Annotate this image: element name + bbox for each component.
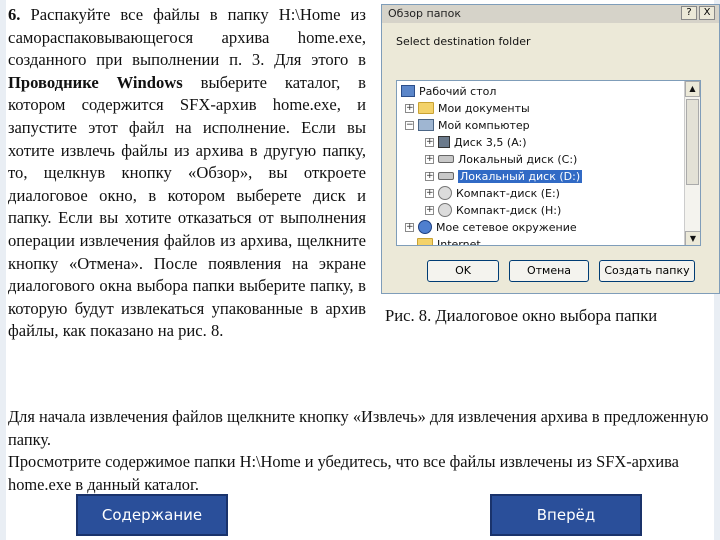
tree-item-disk-d[interactable]: + Локальный диск (D:)	[425, 168, 583, 184]
scroll-up-icon[interactable]: ▲	[685, 81, 700, 97]
next-button[interactable]: Вперёд	[490, 494, 642, 536]
dialog-title: Обзор папок	[388, 7, 461, 20]
folder-tree[interactable]: Рабочий стол + Мои документы − Мой компь…	[396, 80, 701, 246]
tree-item-label: Локальный диск (C:)	[458, 152, 578, 166]
dialog-titlebar: Обзор папок ? X	[382, 5, 719, 23]
contents-button[interactable]: Содержание	[76, 494, 228, 536]
tree-item-label: Диск 3,5 (A:)	[454, 135, 527, 149]
network-icon	[418, 220, 432, 234]
close-button[interactable]: X	[699, 6, 715, 20]
expand-icon[interactable]: +	[425, 171, 434, 181]
cd-icon	[438, 186, 452, 200]
instruction-part2: выберите каталог, в котором содержится S…	[8, 72, 366, 341]
folder-icon	[417, 238, 433, 245]
ok-button[interactable]: OK	[427, 260, 499, 282]
tree-item-my-documents[interactable]: + Мои документы	[405, 100, 530, 116]
tree-item-label: Компакт-диск (H:)	[456, 203, 562, 217]
tree-item-internet[interactable]: Internet	[417, 236, 481, 246]
dialog-buttons: OK Отмена Создать папку	[427, 260, 695, 282]
tree-item-cd-e[interactable]: + Компакт-диск (E:)	[425, 185, 560, 201]
tree-item-desktop[interactable]: Рабочий стол	[401, 83, 496, 99]
expand-icon[interactable]: +	[405, 222, 414, 232]
help-button[interactable]: ?	[681, 6, 697, 20]
expand-icon[interactable]: +	[425, 188, 434, 198]
tree-item-cd-h[interactable]: + Компакт-диск (H:)	[425, 202, 561, 218]
cancel-button[interactable]: Отмена	[509, 260, 589, 282]
disk-icon	[438, 155, 454, 163]
expand-icon[interactable]: +	[405, 103, 414, 113]
collapse-icon[interactable]: −	[405, 120, 414, 130]
tree-item-disk-c[interactable]: + Локальный диск (C:)	[425, 151, 577, 167]
tree-item-label: Мои документы	[438, 101, 530, 115]
instruction-part1: Распакуйте все файлы в папку H:\Home из …	[8, 5, 366, 70]
tree-item-label: Мое сетевое окружение	[436, 220, 577, 234]
dialog-instruction: Select destination folder	[396, 35, 531, 48]
tree-item-label-selected: Локальный диск (D:)	[458, 169, 583, 183]
instruction-text: 6. Распакуйте все файлы в папку H:\Home …	[8, 4, 366, 343]
desktop-icon	[401, 85, 415, 97]
tree-item-label: Internet	[437, 237, 481, 246]
scroll-down-icon[interactable]: ▼	[685, 231, 700, 245]
tree-item-floppy-a[interactable]: + Диск 3,5 (A:)	[425, 134, 527, 150]
step-number: 6.	[8, 5, 21, 24]
tree-item-label: Рабочий стол	[419, 84, 497, 98]
folder-icon	[418, 102, 434, 114]
scroll-thumb[interactable]	[686, 99, 699, 185]
explorer-term: Проводнике Windows	[8, 72, 183, 92]
expand-icon[interactable]: +	[425, 154, 434, 164]
bottom-text: Для начала извлечения файлов щелкните кн…	[8, 406, 714, 496]
browse-folder-dialog: Обзор папок ? X Select destination folde…	[381, 4, 720, 294]
new-folder-button[interactable]: Создать папку	[599, 260, 695, 282]
slide-edge-left	[0, 0, 6, 540]
figure-caption: Рис. 8. Диалоговое окно выбора папки	[385, 306, 658, 325]
tree-item-label: Мой компьютер	[438, 118, 530, 132]
tree-item-label: Компакт-диск (E:)	[456, 186, 560, 200]
expand-icon[interactable]: +	[425, 137, 434, 147]
cd-icon	[438, 203, 452, 217]
disk-icon	[438, 172, 454, 180]
bottom-paragraph-1: Для начала извлечения файлов щелкните кн…	[8, 407, 709, 449]
computer-icon	[418, 119, 434, 131]
floppy-icon	[438, 136, 450, 148]
expand-icon[interactable]: +	[425, 205, 434, 215]
tree-scrollbar[interactable]: ▲ ▼	[684, 81, 700, 245]
tree-item-network[interactable]: + Мое сетевое окружение	[405, 219, 577, 235]
tree-item-my-computer[interactable]: − Мой компьютер	[405, 117, 530, 133]
bottom-paragraph-2: Просмотрите содержимое папки H:\Home и у…	[8, 452, 679, 494]
